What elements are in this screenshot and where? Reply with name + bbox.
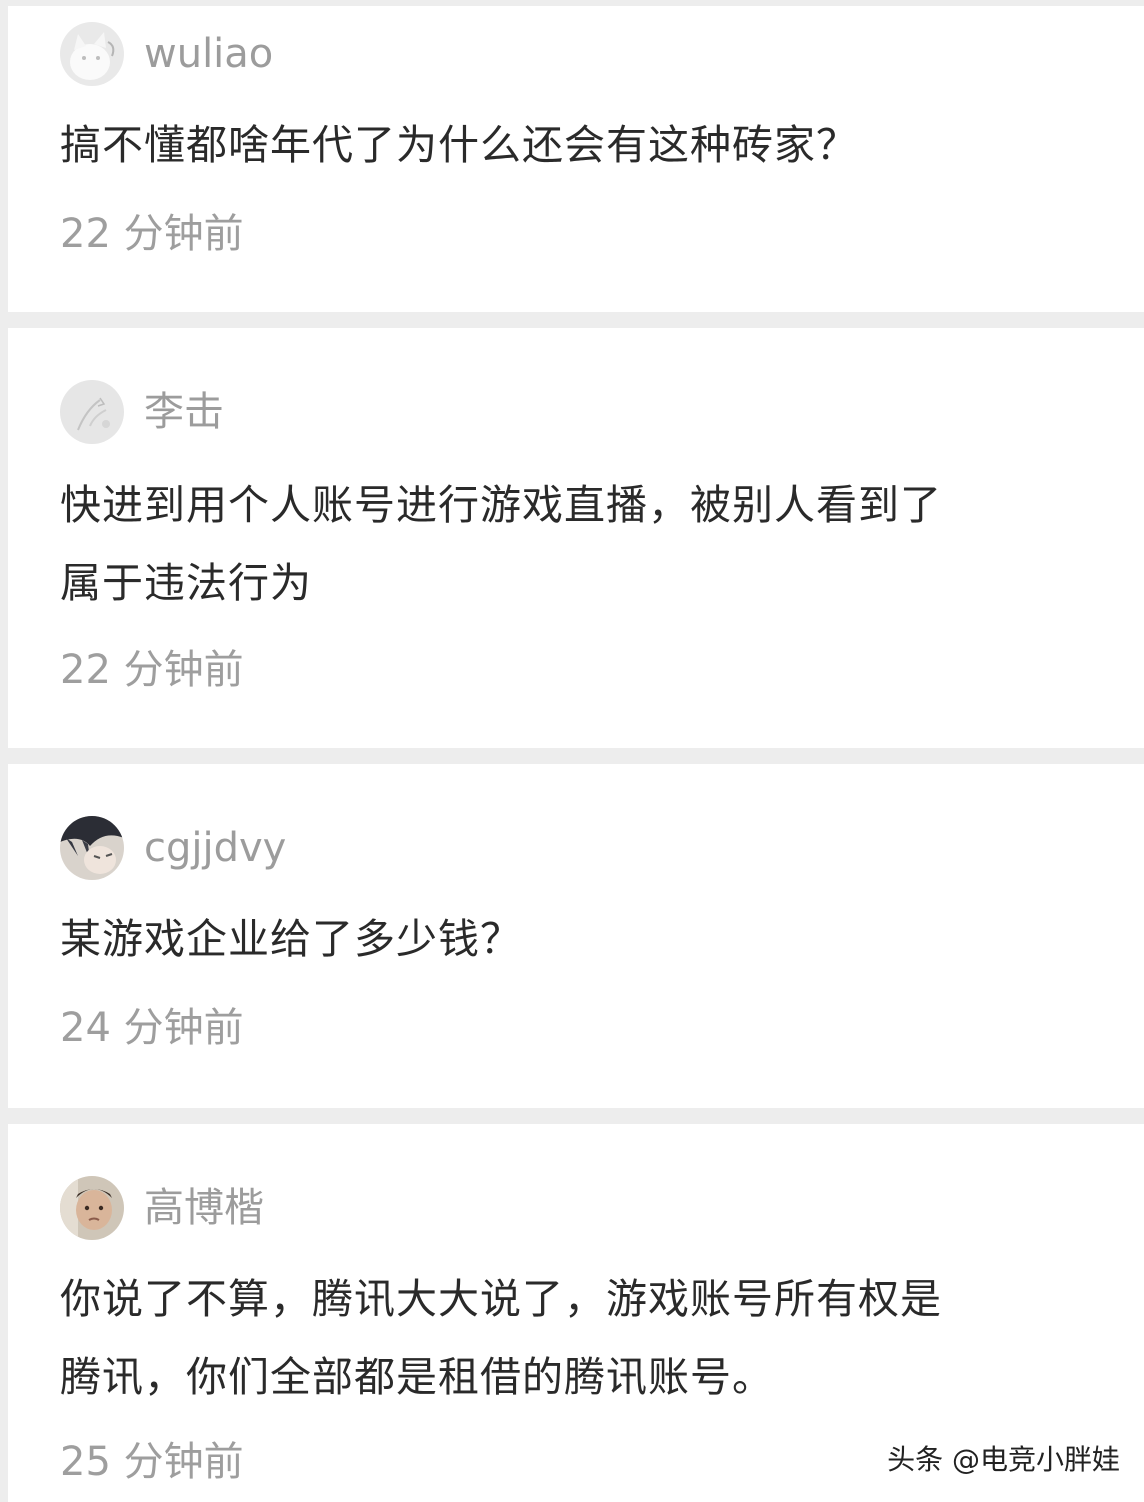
comment-text-line: 搞不懂都啥年代了为什么还会有这种砖家？ <box>60 121 858 169</box>
anime-boy-avatar-icon[interactable] <box>60 816 124 880</box>
comment-timestamp: 22 分钟前 <box>60 647 244 693</box>
comment-text: 某游戏企业给了多少钱？ <box>60 900 1100 978</box>
comment-timestamp: 25 分钟前 <box>60 1439 244 1485</box>
source-watermark: 头条 @电竞小胖娃 <box>887 1443 1120 1476</box>
comment-text-line: 属于违法行为 <box>60 559 312 607</box>
comment-username[interactable]: cgjjdvy <box>144 824 286 872</box>
comment-feed: wuliao 搞不懂都啥年代了为什么还会有这种砖家？ 22 分钟前 李击 快进到… <box>0 0 1144 1502</box>
comment-card: wuliao 搞不懂都啥年代了为什么还会有这种砖家？ 22 分钟前 <box>8 6 1144 312</box>
sketch-avatar-icon[interactable] <box>60 380 124 444</box>
comment-text: 你说了不算，腾讯大大说了，游戏账号所有权是 腾讯，你们全部都是租借的腾讯账号。 <box>60 1260 1100 1416</box>
comment-timestamp: 22 分钟前 <box>60 211 244 257</box>
comment-timestamp: 24 分钟前 <box>60 1005 244 1051</box>
baby-photo-avatar-icon[interactable] <box>60 1176 124 1240</box>
comment-text-line: 你说了不算，腾讯大大说了，游戏账号所有权是 <box>60 1275 942 1323</box>
comment-card: cgjjdvy 某游戏企业给了多少钱？ 24 分钟前 <box>8 764 1144 1108</box>
comment-username[interactable]: wuliao <box>144 30 273 78</box>
comment-text: 快进到用个人账号进行游戏直播，被别人看到了 属于违法行为 <box>60 466 1100 622</box>
comment-text-line: 腾讯，你们全部都是租借的腾讯账号。 <box>60 1353 774 1401</box>
comment-text-line: 快进到用个人账号进行游戏直播，被别人看到了 <box>60 481 942 529</box>
comment-username[interactable]: 李击 <box>144 388 224 436</box>
white-cat-avatar-icon[interactable] <box>60 22 124 86</box>
comment-card: 李击 快进到用个人账号进行游戏直播，被别人看到了 属于违法行为 22 分钟前 <box>8 328 1144 748</box>
comment-text: 搞不懂都啥年代了为什么还会有这种砖家？ <box>60 106 1100 184</box>
comment-username[interactable]: 高博楷 <box>144 1184 264 1232</box>
comment-text-line: 某游戏企业给了多少钱？ <box>60 915 522 963</box>
